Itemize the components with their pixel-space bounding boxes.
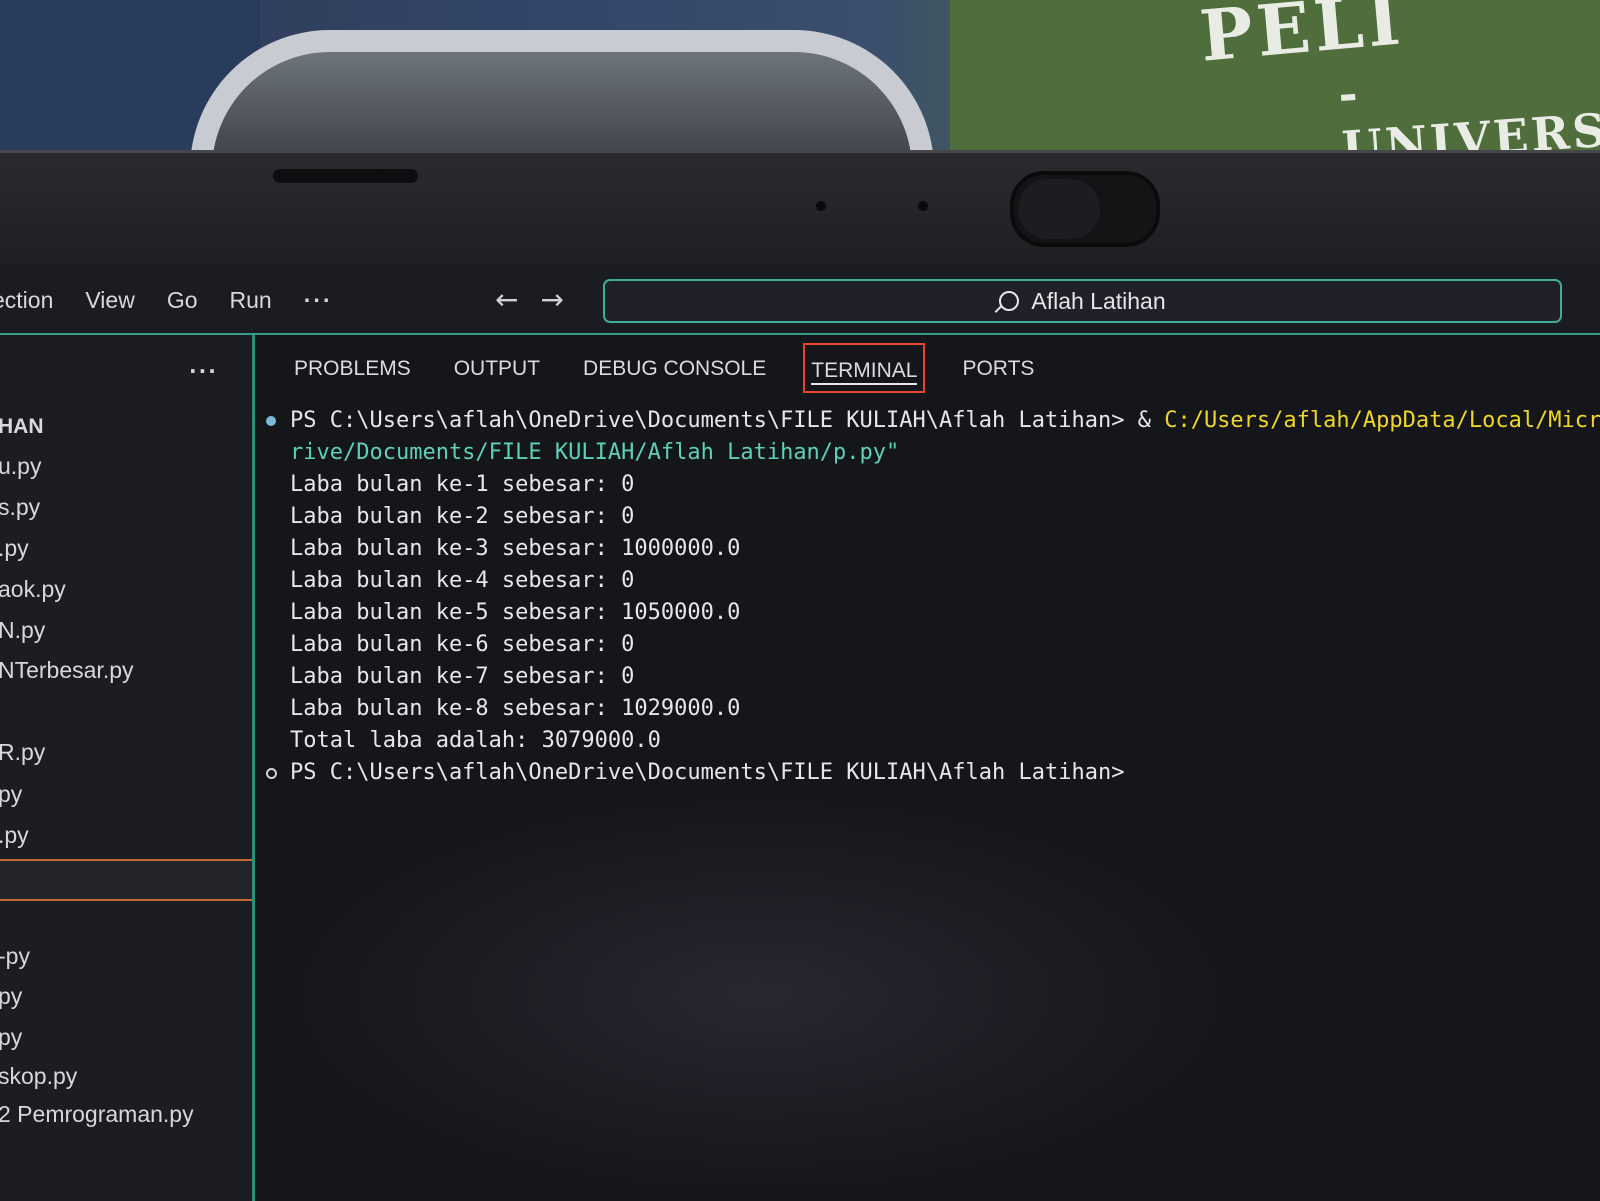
laptop-screen: ection View Go Run ··· ← → Aflah Latihan… [0,265,1600,1201]
terminal-output-line: Laba bulan ke-2 sebesar: 0 [290,504,635,529]
sensor-dot [816,201,826,211]
command-argument-path: rive/Documents/FILE KULIAH/Aflah Latihan… [290,440,900,465]
explorer-more-icon[interactable]: ··· [189,359,218,383]
terminal-output-line: Laba bulan ke-8 sebesar: 1029000.0 [290,696,741,721]
webcam-shutter [1010,171,1160,247]
terminal-prompt-line: PS C:\Users\aflah\OneDrive\Documents\FIL… [266,757,1600,789]
terminal-output-line: Laba bulan ke-1 sebesar: 0 [290,472,635,497]
selected-file-highlight [0,859,252,901]
file-item[interactable]: N.py [0,617,45,644]
webcam-shutter-knob [1018,179,1100,239]
file-item[interactable]: .py [0,822,29,849]
file-item[interactable]: u.py [0,453,41,480]
call-operator: & [1124,408,1165,433]
file-item[interactable]: .py [0,535,29,562]
terminal-command-continuation: rive/Documents/FILE KULIAH/Aflah Latihan… [266,437,1600,469]
explorer-folder-header[interactable]: HAN [0,415,44,439]
search-icon [999,291,1020,311]
file-item[interactable]: py [0,781,22,808]
file-item[interactable]: NTerbesar.py [0,657,134,684]
terminal-prompt: PS C:\Users\aflah\OneDrive\Documents\FIL… [290,408,1125,433]
terminal-output-line: Laba bulan ke-4 sebesar: 0 [290,568,635,593]
tab-problems[interactable]: PROBLEMS [288,353,417,393]
command-success-dot-icon [266,416,276,426]
file-item[interactable]: 2 Pemrograman.py [0,1101,194,1128]
file-item[interactable]: aok.py [0,576,66,603]
terminal-prompt: PS C:\Users\aflah\OneDrive\Documents\FIL… [290,760,1125,785]
explorer-sidebar: ··· HAN u.py s.py .py aok.py N.py NTerbe… [0,335,255,1201]
file-item[interactable]: py [0,983,22,1010]
file-item[interactable]: -py [0,943,30,970]
terminal-command-line: PS C:\Users\aflah\OneDrive\Documents\FIL… [266,405,1600,437]
navigation-arrows: ← → [495,283,586,316]
tab-terminal[interactable]: TERMINAL [803,343,926,393]
terminal-output-line: Laba bulan ke-6 sebesar: 0 [290,632,635,657]
terminal-output-line: Laba bulan ke-3 sebesar: 1000000.0 [290,536,741,561]
forward-arrow-icon[interactable]: → [540,283,563,316]
tab-ports[interactable]: PORTS [956,353,1040,393]
bezel-slot [273,169,418,183]
photo-background: PELI -UNIVERS [0,0,1600,170]
sensor-dot [918,201,928,211]
terminal-output-line: Total laba adalah: 3079000.0 [290,728,661,753]
prompt-idle-circle-icon [266,768,277,779]
terminal-output[interactable]: PS C:\Users\aflah\OneDrive\Documents\FIL… [266,405,1600,789]
menu-bar: ection View Go Run ··· [0,287,365,314]
menu-go[interactable]: Go [167,287,198,314]
tab-output[interactable]: OUTPUT [448,353,546,393]
file-item[interactable]: s.py [0,494,40,521]
command-center-search[interactable]: Aflah Latihan [603,279,1562,323]
menu-more-icon[interactable]: ··· [304,287,333,314]
terminal-output-line: Laba bulan ke-5 sebesar: 1050000.0 [290,600,741,625]
menu-run[interactable]: Run [230,287,272,314]
tab-debug-console[interactable]: DEBUG CONSOLE [577,353,772,393]
panel-tabs: PROBLEMS OUTPUT DEBUG CONSOLE TERMINAL P… [288,343,1071,393]
chair-backrest [190,30,934,170]
file-item[interactable]: R.py [0,739,45,766]
terminal-output-line: Laba bulan ke-7 sebesar: 0 [290,664,635,689]
laptop-bezel [0,150,1600,268]
title-bar: ection View Go Run ··· ← → Aflah Latihan [0,265,1600,335]
screen-glare [260,785,1260,1201]
back-arrow-icon[interactable]: ← [495,283,518,316]
command-path: C:/Users/aflah/AppData/Local/Micros [1164,408,1600,433]
file-item[interactable]: py [0,1024,22,1051]
menu-selection[interactable]: ection [0,287,53,314]
file-item[interactable]: skop.py [0,1063,77,1090]
menu-view[interactable]: View [85,287,134,314]
search-text: Aflah Latihan [1031,287,1166,314]
